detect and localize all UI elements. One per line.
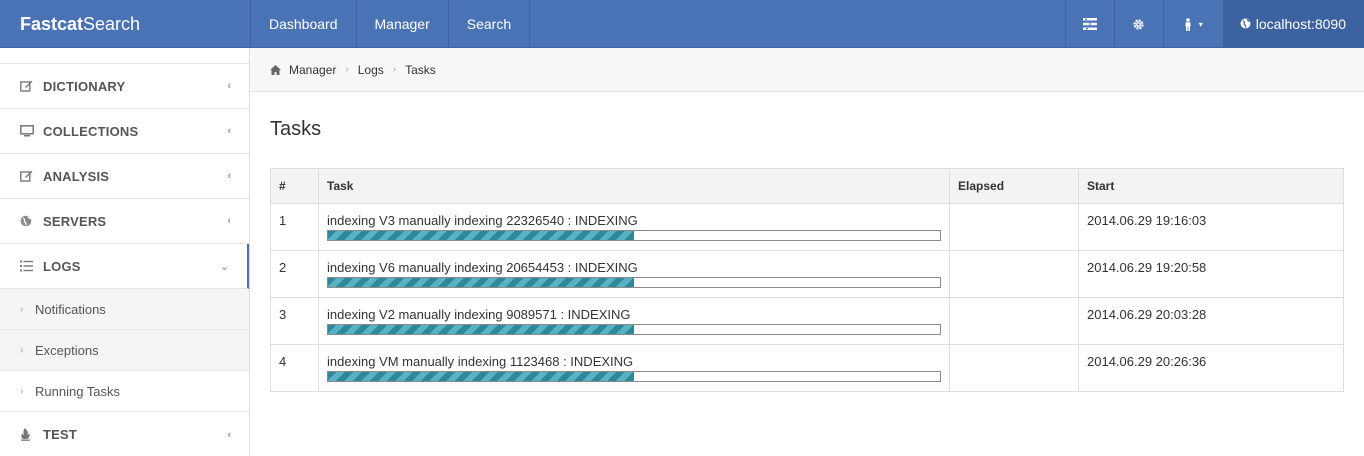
sidebar-item-label: COLLECTIONS xyxy=(43,123,139,139)
cell-start: 2014.06.29 19:20:58 xyxy=(1078,250,1344,298)
progress-bar xyxy=(327,324,941,335)
brand-logo[interactable]: FastcatSearch xyxy=(0,0,251,48)
sidebar-subitem-notifications[interactable]: › Notifications xyxy=(0,289,249,330)
chevron-right-icon: › xyxy=(392,64,397,75)
header-task: Task xyxy=(318,168,950,204)
list-icon xyxy=(20,260,36,272)
sidebar-item-label: SERVERS xyxy=(43,213,107,229)
progress-bar xyxy=(327,230,941,241)
host-label: localhost:8090 xyxy=(1255,16,1346,32)
breadcrumb: Manager › Logs › Tasks xyxy=(251,48,1364,92)
sidebar-item-test[interactable]: TEST ‹ xyxy=(0,412,249,456)
nav-search[interactable]: Search xyxy=(449,0,531,48)
home-icon[interactable] xyxy=(270,64,281,75)
fire-icon xyxy=(20,428,36,441)
sidebar-subitem-exceptions[interactable]: › Exceptions xyxy=(0,330,249,371)
cell-start: 2014.06.29 20:03:28 xyxy=(1078,297,1344,345)
subitem-label: Exceptions xyxy=(35,342,99,358)
caret-down-icon: ▾ xyxy=(1198,19,1203,29)
progress-fill xyxy=(328,372,634,381)
nav-manager[interactable]: Manager xyxy=(357,0,449,48)
host-selector[interactable]: localhost:8090 xyxy=(1222,0,1364,48)
edit-icon xyxy=(20,80,36,92)
header-start: Start xyxy=(1078,168,1344,204)
nav-dashboard[interactable]: Dashboard xyxy=(251,0,357,48)
subitem-label: Notifications xyxy=(35,301,106,317)
breadcrumb-tasks: Tasks xyxy=(405,62,436,77)
sidebar-subitem-running-tasks[interactable]: › Running Tasks xyxy=(0,371,249,412)
cell-task: indexing V3 manually indexing 22326540 :… xyxy=(318,203,950,251)
table-row: 2 indexing V6 manually indexing 20654453… xyxy=(270,250,1344,298)
chevron-left-icon: ‹ xyxy=(227,170,231,182)
cell-number: 1 xyxy=(270,203,319,251)
top-navbar: FastcatSearch Dashboard Manager Search ▾… xyxy=(0,0,1364,48)
sidebar: DICTIONARY ‹ COLLECTIONS ‹ ANALYSIS ‹ SE… xyxy=(0,48,250,456)
chevron-right-icon: › xyxy=(345,64,349,75)
progress-bar xyxy=(327,277,941,288)
header-elapsed: Elapsed xyxy=(949,168,1079,204)
tasks-menu-icon[interactable] xyxy=(1064,0,1114,48)
chevron-left-icon: ‹ xyxy=(227,80,231,92)
task-label: indexing V6 manually indexing 20654453 :… xyxy=(327,260,638,275)
main-content: Manager › Logs › Tasks Tasks # Task Elap… xyxy=(251,48,1364,456)
globe-icon xyxy=(20,215,36,227)
sidebar-item-collections[interactable]: COLLECTIONS ‹ xyxy=(0,109,249,154)
edit-icon xyxy=(20,170,36,182)
task-label: indexing V2 manually indexing 9089571 : … xyxy=(327,307,631,322)
chevron-left-icon: ‹ xyxy=(227,215,231,227)
sidebar-top-gap xyxy=(0,48,249,64)
progress-bar xyxy=(327,371,941,382)
user-menu-icon[interactable]: ▾ xyxy=(1162,0,1223,48)
gear-icon[interactable] xyxy=(1113,0,1163,48)
chevron-left-icon: ‹ xyxy=(227,428,231,441)
cell-start: 2014.06.29 19:16:03 xyxy=(1078,203,1344,251)
chevron-right-icon: › xyxy=(20,344,24,356)
chevron-right-icon: › xyxy=(20,385,24,397)
cell-elapsed xyxy=(949,344,1079,392)
monitor-icon xyxy=(20,125,36,137)
cell-elapsed xyxy=(949,250,1079,298)
brand-bold: Fastcat xyxy=(20,14,84,34)
sidebar-item-analysis[interactable]: ANALYSIS ‹ xyxy=(0,154,249,199)
chevron-right-icon: › xyxy=(20,303,24,315)
table-header-row: # Task Elapsed Start xyxy=(270,168,1344,204)
cell-task: indexing V6 manually indexing 20654453 :… xyxy=(318,250,950,298)
sidebar-item-label: ANALYSIS xyxy=(43,168,110,184)
progress-fill xyxy=(328,325,634,334)
cell-number: 2 xyxy=(270,250,319,298)
tasks-table: # Task Elapsed Start 1 indexing V3 manua… xyxy=(270,168,1344,392)
table-row: 4 indexing VM manually indexing 1123468 … xyxy=(270,344,1344,392)
subitem-label: Running Tasks xyxy=(35,383,121,399)
sidebar-item-label: TEST xyxy=(43,427,78,442)
table-row: 3 indexing V2 manually indexing 9089571 … xyxy=(270,297,1344,345)
sidebar-item-label: LOGS xyxy=(43,258,81,274)
cell-number: 3 xyxy=(270,297,319,345)
progress-fill xyxy=(328,231,634,240)
globe-icon xyxy=(1240,0,1251,48)
cell-task: indexing V2 manually indexing 9089571 : … xyxy=(318,297,950,345)
header-number: # xyxy=(270,168,319,204)
task-label: indexing V3 manually indexing 22326540 :… xyxy=(327,213,638,228)
sidebar-item-dictionary[interactable]: DICTIONARY ‹ xyxy=(0,64,249,109)
sidebar-item-logs[interactable]: LOGS ⌄ xyxy=(0,244,249,289)
cell-elapsed xyxy=(949,297,1079,345)
cell-elapsed xyxy=(949,203,1079,251)
page-title: Tasks xyxy=(270,118,322,140)
progress-fill xyxy=(328,278,634,287)
chevron-down-icon: ⌄ xyxy=(219,260,229,273)
chevron-left-icon: ‹ xyxy=(227,125,231,137)
breadcrumb-manager[interactable]: Manager xyxy=(289,63,336,77)
cell-task: indexing VM manually indexing 1123468 : … xyxy=(318,344,950,392)
brand-light: Search xyxy=(83,14,141,34)
table-row: 1 indexing V3 manually indexing 22326540… xyxy=(270,203,1344,251)
cell-start: 2014.06.29 20:26:36 xyxy=(1078,344,1344,392)
sidebar-item-servers[interactable]: SERVERS ‹ xyxy=(0,199,249,244)
task-label: indexing VM manually indexing 1123468 : … xyxy=(327,354,634,369)
breadcrumb-logs[interactable]: Logs xyxy=(358,63,384,77)
cell-number: 4 xyxy=(270,344,319,392)
sidebar-item-label: DICTIONARY xyxy=(43,78,126,94)
